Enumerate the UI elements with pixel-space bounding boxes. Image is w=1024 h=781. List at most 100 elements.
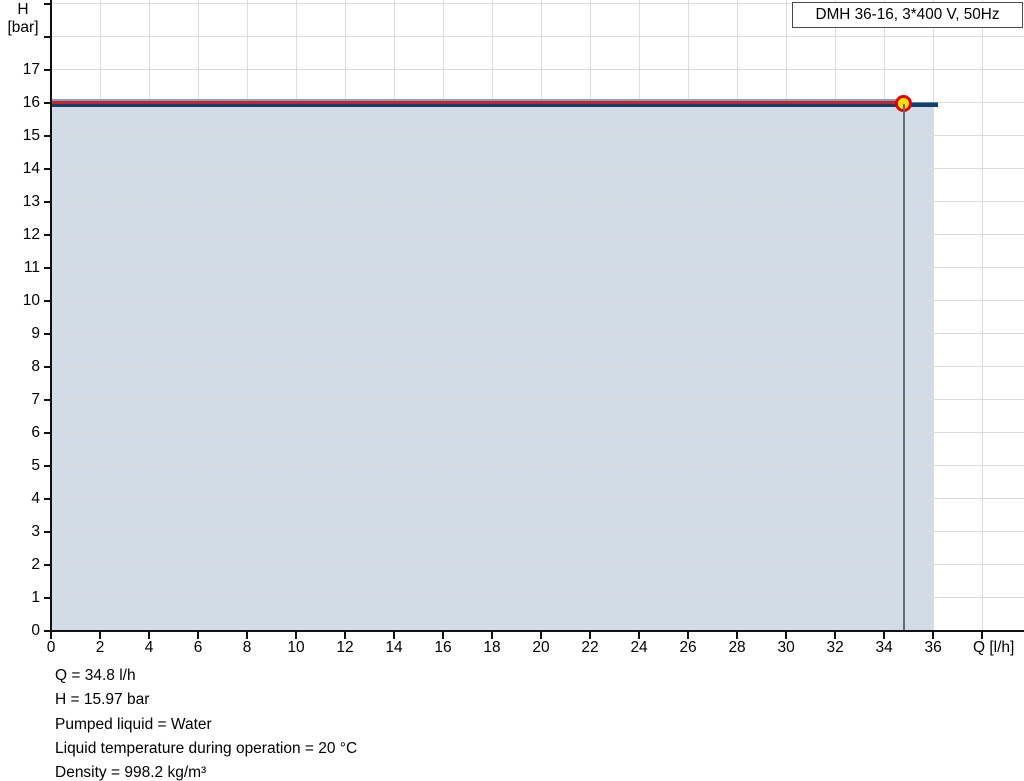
x-axis-tick xyxy=(393,632,396,639)
y-axis-tick xyxy=(44,530,51,533)
x-tick-label: 14 xyxy=(385,639,403,656)
y-tick-label: 9 xyxy=(31,324,40,342)
y-tick-label: 4 xyxy=(31,489,40,507)
y-tick-label: 5 xyxy=(31,456,40,474)
legend-label: DMH 36-16, 3*400 V, 50Hz xyxy=(815,6,1000,23)
x-gridline xyxy=(785,0,787,631)
x-tick-label: 28 xyxy=(728,639,746,656)
x-tick-label: 16 xyxy=(434,639,452,656)
x-gridline xyxy=(589,0,591,631)
x-axis-tick xyxy=(442,632,445,639)
x-axis-tick xyxy=(736,632,739,639)
x-tick-label: 36 xyxy=(924,639,942,656)
y-tick-label: 10 xyxy=(22,291,40,309)
y-gridline xyxy=(51,597,1024,599)
result-pumped-liquid: Pumped liquid = Water xyxy=(55,715,212,733)
x-axis-tick xyxy=(246,632,249,639)
x-gridline xyxy=(442,0,444,631)
y-axis-tick xyxy=(44,134,51,137)
x-gridline xyxy=(295,0,297,631)
y-axis-title: H [bar] xyxy=(0,1,46,37)
y-gridline xyxy=(51,432,1024,434)
result-liquid-temperature: Liquid temperature during operation = 20… xyxy=(55,739,358,757)
y-gridline xyxy=(51,234,1024,236)
x-gridline xyxy=(638,0,640,631)
y-axis-tick xyxy=(44,299,51,302)
x-tick-label: 30 xyxy=(777,639,795,656)
x-axis-tick xyxy=(540,632,543,639)
y-tick-label: 13 xyxy=(22,192,40,210)
selected-range-highlight xyxy=(51,101,904,105)
legend-box: DMH 36-16, 3*400 V, 50Hz xyxy=(792,2,1023,28)
y-axis-title-unit: [bar] xyxy=(7,19,39,36)
y-axis-tick xyxy=(44,398,51,401)
x-gridline xyxy=(540,0,542,631)
result-flow: Q = 34.8 l/h xyxy=(55,667,136,684)
y-axis-tick xyxy=(44,200,51,203)
y-axis-tick xyxy=(44,497,51,500)
x-gridline xyxy=(246,0,248,631)
operating-point-drop-line xyxy=(902,103,905,631)
x-tick-label: 18 xyxy=(483,639,501,656)
result-density: Density = 998.2 kg/m³ xyxy=(55,764,207,781)
y-axis-tick xyxy=(44,596,51,599)
x-axis-tick xyxy=(687,632,690,639)
curve-top-edge xyxy=(51,99,904,102)
y-axis-tick xyxy=(44,431,51,434)
x-axis-tick xyxy=(491,632,494,639)
x-tick-label: 32 xyxy=(826,639,844,656)
x-gridline xyxy=(981,0,983,631)
y-gridline xyxy=(51,201,1024,203)
x-axis-tick xyxy=(981,632,984,639)
y-axis-title-symbol: H xyxy=(17,1,29,18)
y-axis-tick xyxy=(44,68,51,71)
x-gridline xyxy=(834,0,836,631)
y-gridline xyxy=(51,531,1024,533)
x-tick-label: 20 xyxy=(532,639,550,656)
result-summary: Q = 34.8 l/h H = 15.97 bar Pumped liquid… xyxy=(55,664,357,781)
y-tick-label: 8 xyxy=(31,357,40,375)
y-gridline xyxy=(51,168,1024,170)
y-gridline xyxy=(51,333,1024,335)
y-gridline xyxy=(51,69,1024,71)
y-gridline xyxy=(51,36,1024,38)
x-gridline xyxy=(197,0,199,631)
x-tick-label: 2 xyxy=(95,639,105,656)
curve-fill-region xyxy=(51,106,935,631)
x-gridline xyxy=(491,0,493,631)
y-gridline xyxy=(51,366,1024,368)
y-tick-label: 15 xyxy=(22,126,40,144)
y-axis-tick xyxy=(44,464,51,467)
x-gridline xyxy=(687,0,689,631)
y-axis-line xyxy=(49,0,52,632)
x-axis-tick xyxy=(344,632,347,639)
x-tick-label: 22 xyxy=(581,639,599,656)
x-axis-tick xyxy=(197,632,200,639)
y-gridline xyxy=(51,399,1024,401)
x-axis-tick xyxy=(295,632,298,639)
y-gridline xyxy=(51,267,1024,269)
y-gridline xyxy=(51,465,1024,467)
x-axis-tick xyxy=(99,632,101,639)
y-tick-label: 2 xyxy=(31,555,40,573)
y-tick-label: 16 xyxy=(22,93,40,111)
y-tick-label: 1 xyxy=(31,588,40,606)
x-axis-tick xyxy=(785,632,788,639)
x-axis-tick xyxy=(148,632,150,639)
y-axis-tick xyxy=(44,563,51,566)
y-axis-tick xyxy=(44,233,51,236)
y-tick-label: 14 xyxy=(22,159,40,177)
x-gridline xyxy=(344,0,346,631)
x-tick-label: 26 xyxy=(679,639,697,656)
x-axis-tick xyxy=(834,632,837,639)
y-tick-label: 12 xyxy=(22,225,40,243)
x-axis-tick xyxy=(932,632,935,639)
x-axis-tick xyxy=(883,632,886,639)
x-tick-label: 10 xyxy=(287,639,305,656)
x-gridline xyxy=(393,0,395,631)
y-axis-tick xyxy=(44,332,51,335)
y-axis-tick xyxy=(44,365,51,368)
x-axis-title: Q [l/h] xyxy=(973,639,1015,656)
x-tick-label: 12 xyxy=(336,639,354,656)
x-gridline xyxy=(99,0,101,631)
